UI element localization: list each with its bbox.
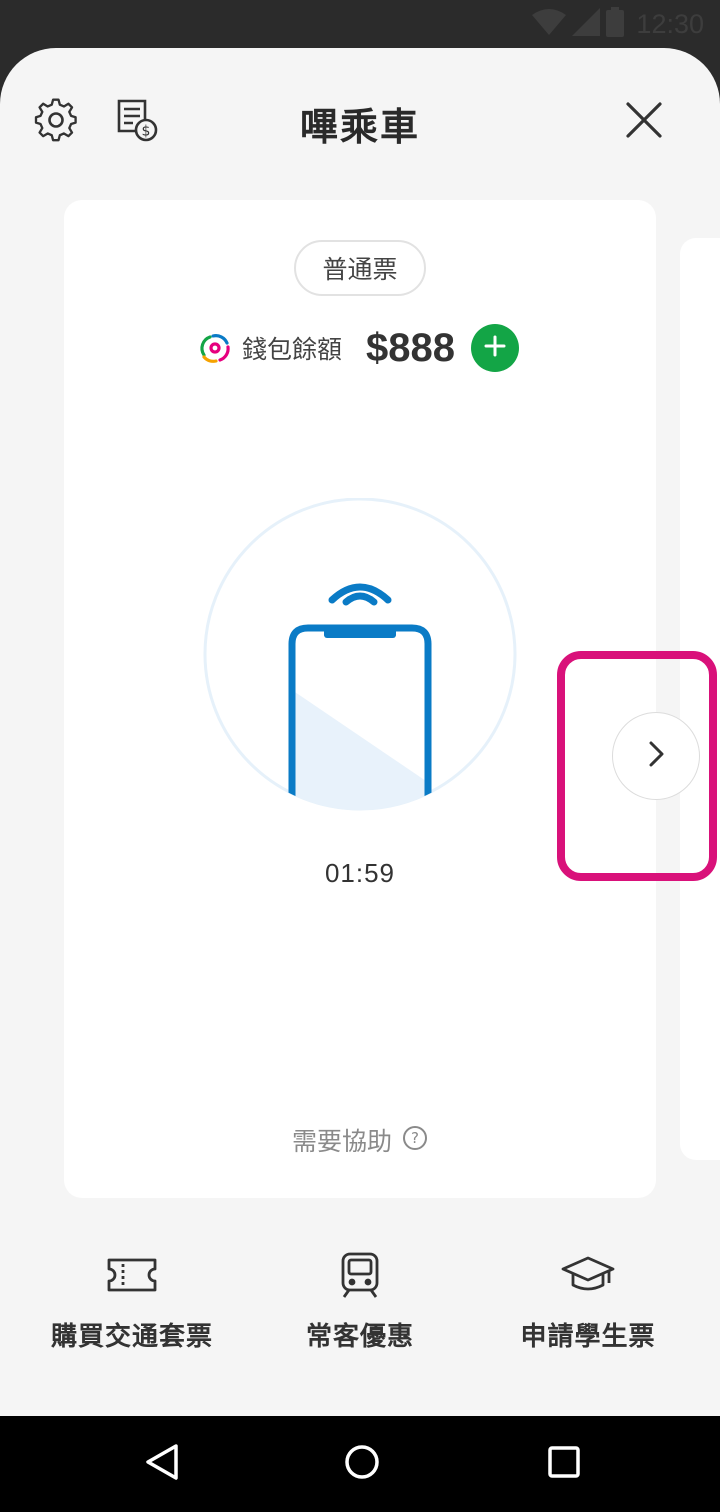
signal-icon [572,8,601,40]
back-button[interactable] [140,1442,184,1486]
bottom-actions: 購買交通套票 常客優惠 申請學生票 [0,1248,720,1378]
ride-sheet: $ 嗶乘車 普通票 錢包餘額 $888 01:59 需要協助 ? 購買交通套票 … [0,48,720,1416]
student-ticket-action[interactable]: 申請學生票 [468,1248,708,1353]
buy-pass-action[interactable]: 購買交通套票 [12,1248,252,1353]
svg-text:?: ? [411,1129,419,1147]
plus-icon [483,334,507,362]
battery-icon [606,7,625,41]
home-circle-icon [342,1442,382,1486]
recents-square-icon [544,1442,584,1486]
system-nav-bar [0,1416,720,1512]
graduation-cap-icon [561,1248,615,1302]
wifi-icon [532,9,567,39]
wallet-balance-value: $888 [366,325,455,370]
back-triangle-icon [142,1442,182,1486]
ticket-type-chip[interactable]: 普通票 [294,240,426,296]
wallet-balance-label: 錢包餘額 [242,335,343,364]
recents-button[interactable] [542,1442,586,1486]
wallet-balance-row: 錢包餘額 $888 [198,322,519,374]
frequent-rider-action[interactable]: 常客優惠 [240,1248,480,1353]
help-link[interactable]: 需要協助 ? [64,1122,656,1158]
highlight-box [557,651,717,881]
status-time: 12:30 [636,8,704,39]
student-ticket-label: 申請學生票 [520,1322,656,1352]
close-icon [624,100,664,144]
buy-pass-label: 購買交通套票 [50,1322,213,1352]
top-up-button[interactable] [471,324,519,372]
status-bar: 12:30 [0,0,720,48]
status-icons: 12:30 [532,0,704,48]
close-button[interactable] [622,100,666,144]
ticket-icon [105,1248,159,1302]
question-icon: ? [402,1125,428,1155]
help-label: 需要協助 [291,1127,392,1156]
tap-phone-illustration [200,497,520,812]
frequent-rider-label: 常客優惠 [305,1322,414,1352]
page-title: 嗶乘車 [299,105,420,149]
wallet-logo-icon [198,331,232,365]
train-icon [333,1248,387,1302]
home-button[interactable] [340,1442,384,1486]
